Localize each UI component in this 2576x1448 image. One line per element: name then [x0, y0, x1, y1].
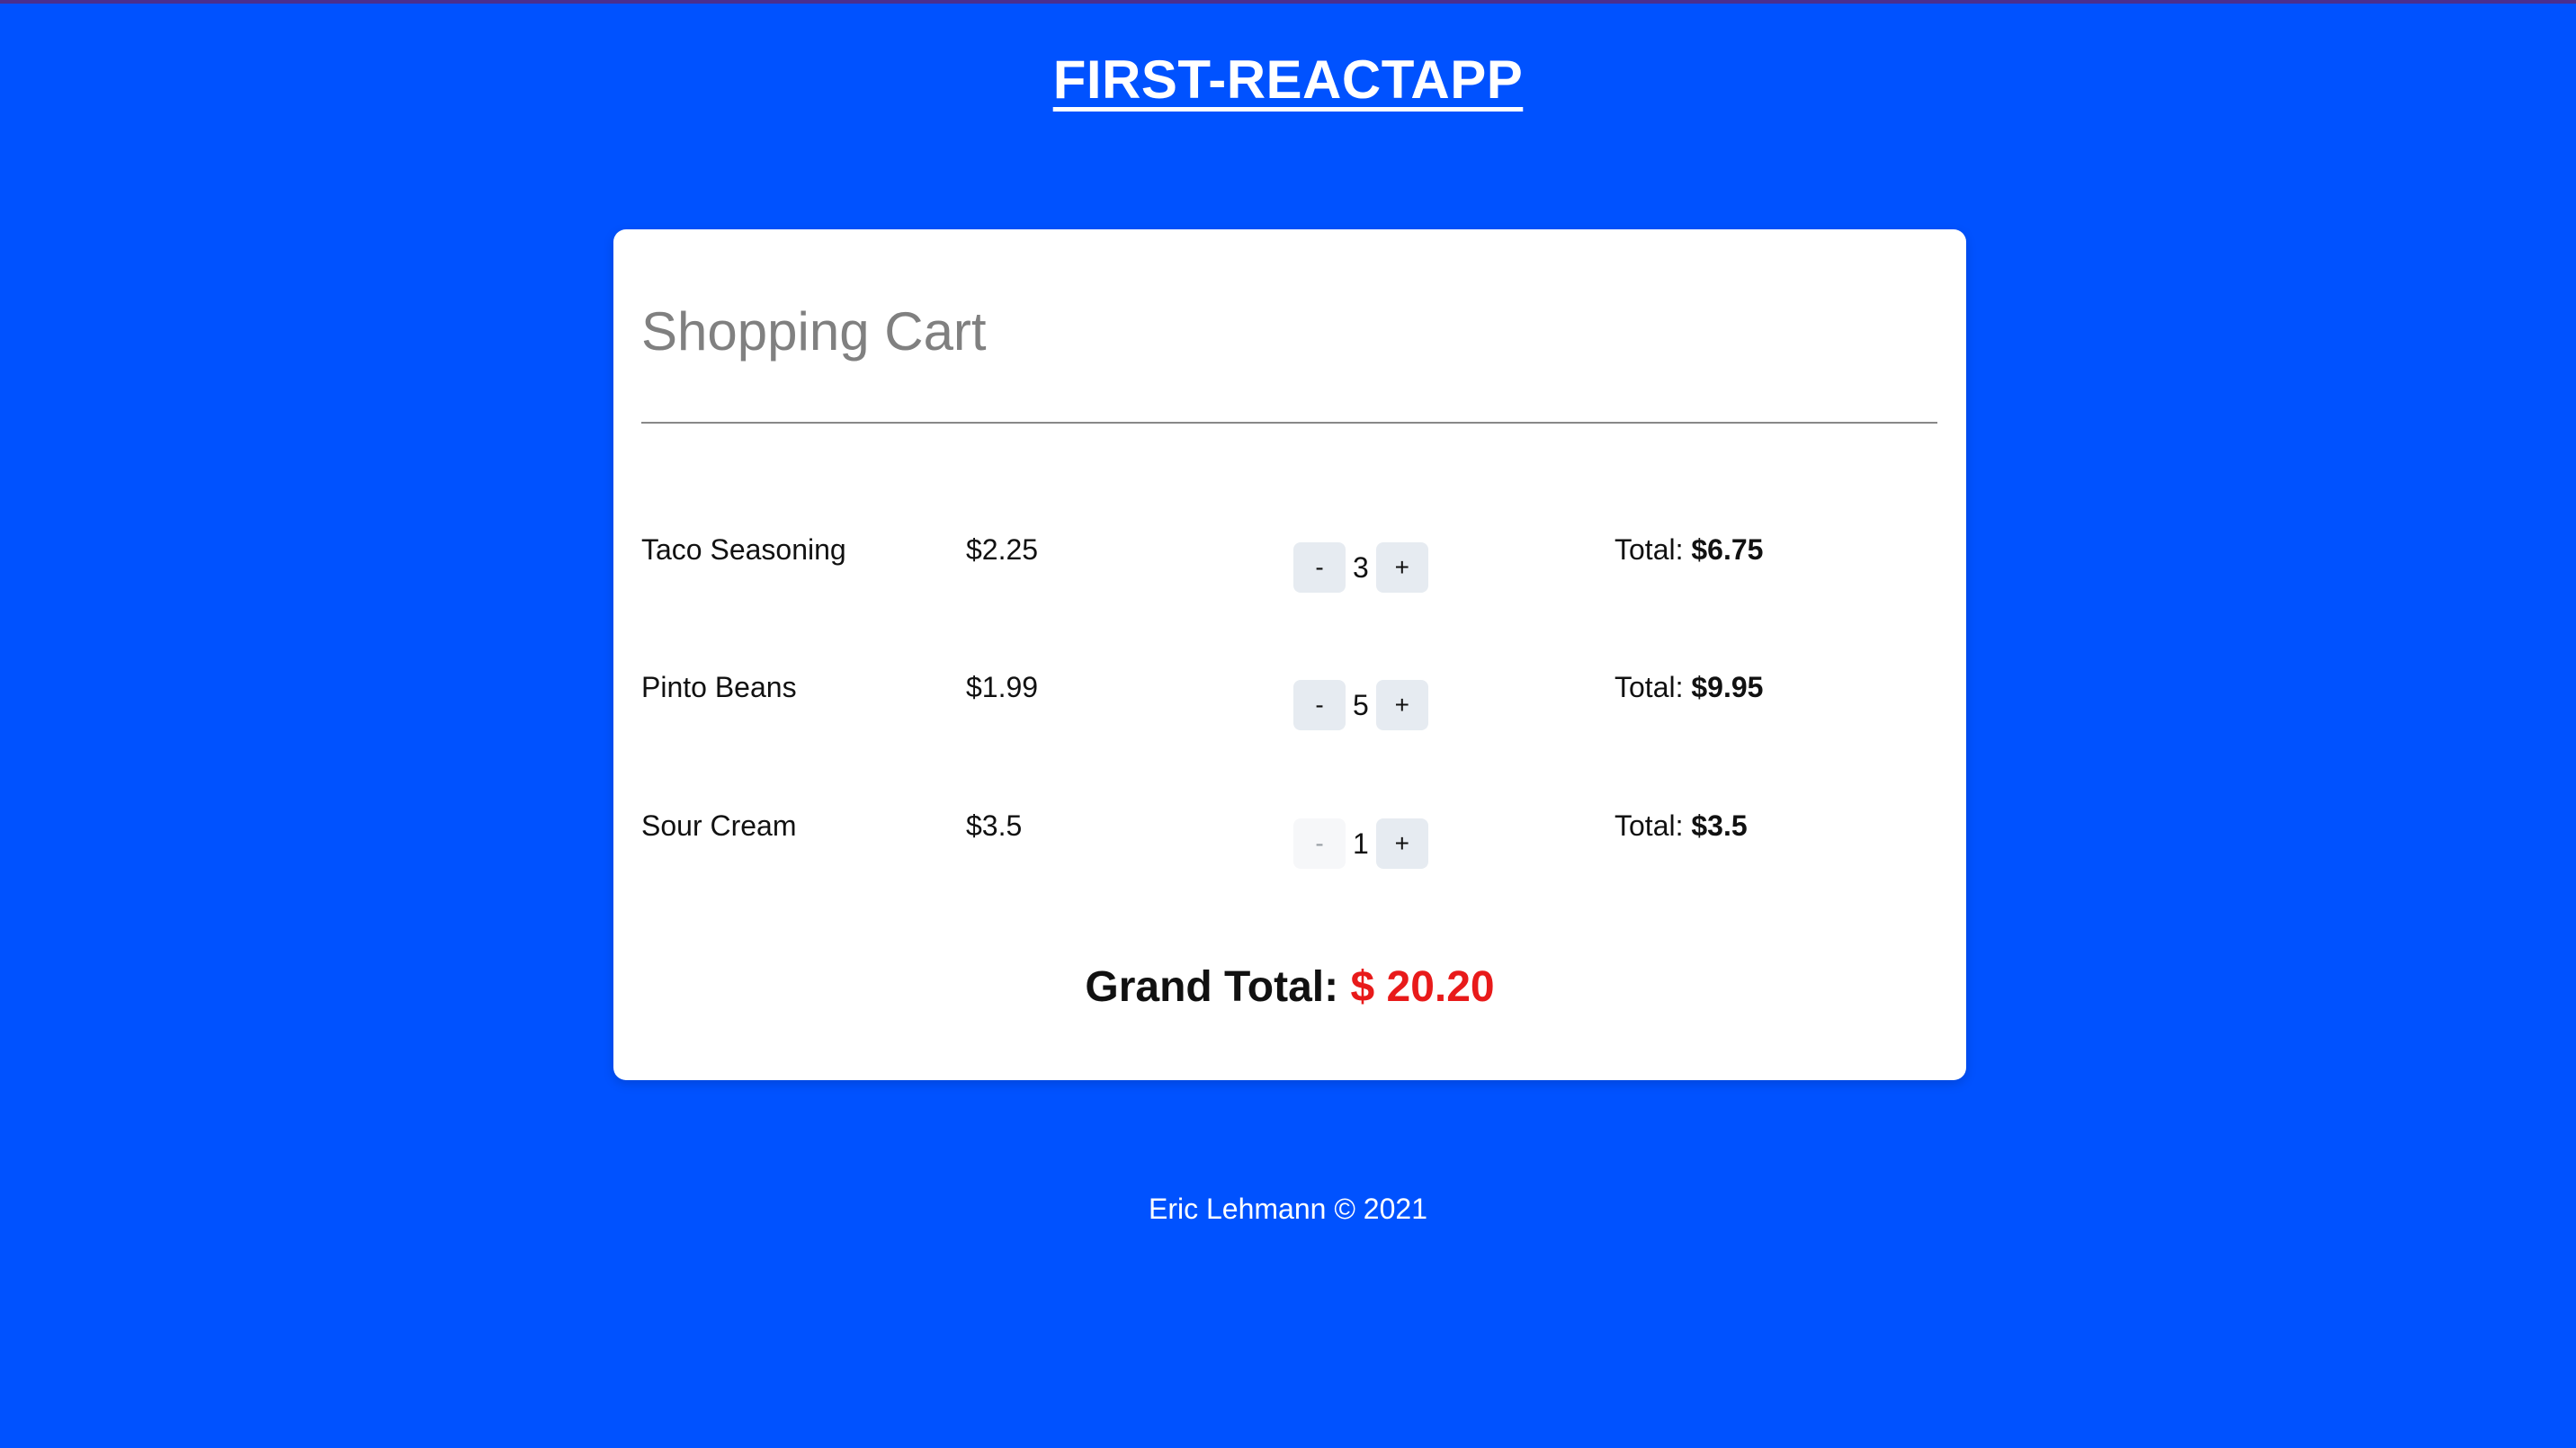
increment-button[interactable]: +	[1375, 542, 1428, 593]
grand-total-label: Grand Total:	[1085, 963, 1351, 1011]
cart-item-row: Pinto Beans $1.99 - 5 + Total: $9.95	[641, 669, 1937, 741]
quantity-stepper: - 3 +	[1293, 542, 1428, 593]
cart-heading: Shopping Cart	[641, 301, 987, 362]
increment-button[interactable]: +	[1375, 818, 1428, 869]
grand-total-amount: $ 20.20	[1350, 963, 1495, 1011]
shopping-cart-card: Shopping Cart Taco Seasoning $2.25 - 3 +…	[613, 229, 1966, 1080]
item-name: Taco Seasoning	[641, 533, 846, 566]
item-total-value: $3.5	[1691, 809, 1748, 842]
cart-divider	[641, 422, 1937, 424]
item-total: Total: $9.95	[1614, 669, 1763, 705]
item-total-label: Total:	[1614, 671, 1692, 703]
quantity-stepper: - 5 +	[1293, 680, 1428, 730]
item-name: Sour Cream	[641, 809, 797, 842]
cart-item-row: Sour Cream $3.5 - 1 + Total: $3.5	[641, 808, 1937, 880]
item-total-label: Total:	[1614, 533, 1692, 566]
cart-item-row: Taco Seasoning $2.25 - 3 + Total: $6.75	[641, 532, 1937, 603]
item-price: $1.99	[966, 671, 1039, 703]
quantity-stepper: - 1 +	[1293, 818, 1428, 869]
decrement-button-disabled[interactable]: -	[1293, 818, 1346, 869]
item-total: Total: $3.5	[1614, 808, 1748, 844]
quantity-value: 3	[1353, 550, 1369, 584]
item-total-value: $9.95	[1691, 671, 1764, 703]
item-name: Pinto Beans	[641, 671, 797, 703]
item-total: Total: $6.75	[1614, 532, 1763, 568]
decrement-button[interactable]: -	[1293, 680, 1346, 730]
item-total-value: $6.75	[1691, 533, 1764, 566]
grand-total: Grand Total: $ 20.20	[613, 962, 1966, 1012]
item-price: $2.25	[966, 533, 1039, 566]
app-title[interactable]: FIRST-REACTAPP	[0, 49, 2576, 111]
item-total-label: Total:	[1614, 809, 1692, 842]
quantity-value: 5	[1353, 688, 1369, 721]
footer-copyright: Eric Lehmann © 2021	[1149, 1193, 1427, 1225]
decrement-button[interactable]: -	[1293, 542, 1346, 593]
item-price: $3.5	[966, 809, 1023, 842]
increment-button[interactable]: +	[1375, 680, 1428, 730]
quantity-value: 1	[1353, 827, 1369, 860]
